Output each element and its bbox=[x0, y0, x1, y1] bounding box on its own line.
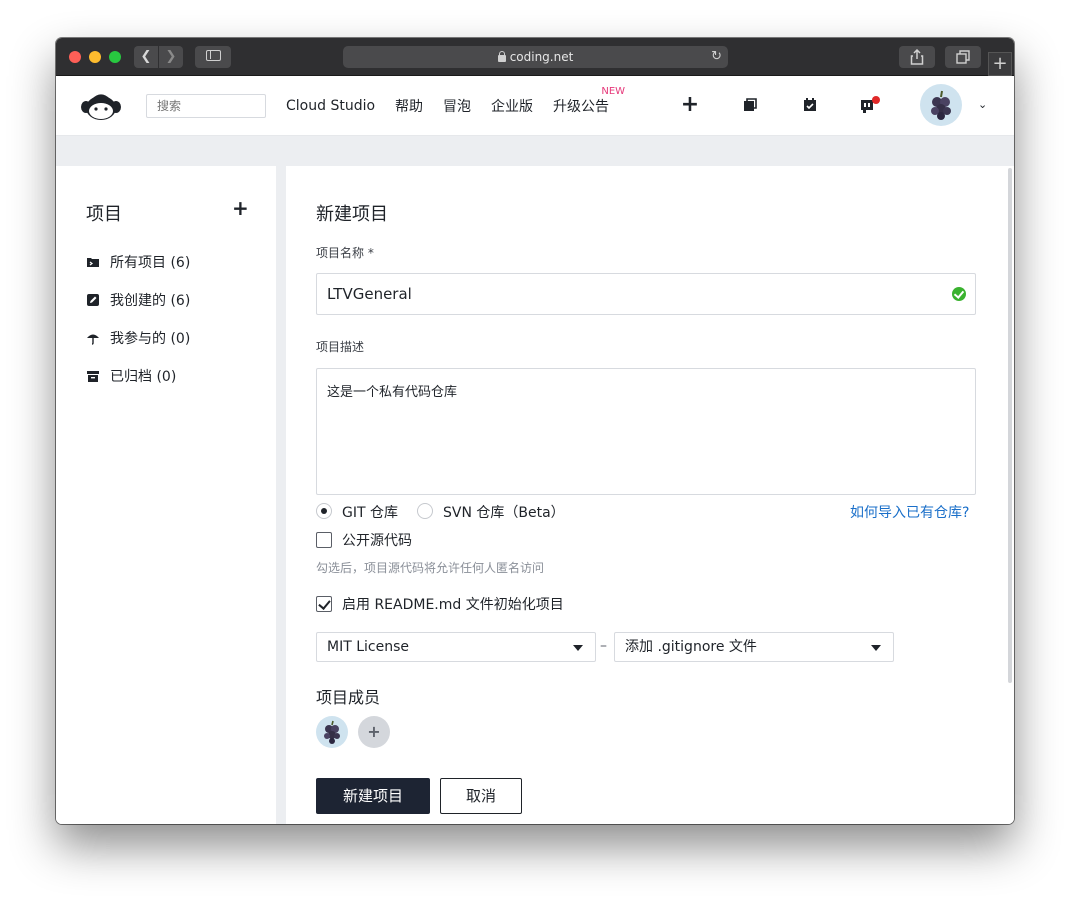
repo-svn-radio[interactable] bbox=[417, 503, 433, 519]
caret-down-icon bbox=[573, 645, 583, 651]
folder-code-icon bbox=[86, 255, 100, 269]
create-project-button[interactable]: 新建项目 bbox=[316, 778, 430, 814]
select-separator: – bbox=[600, 638, 607, 654]
project-description-value: 这是一个私有代码仓库 bbox=[327, 385, 458, 400]
import-repo-link[interactable]: 如何导入已有仓库? bbox=[850, 502, 969, 522]
top-nav: Cloud Studio 帮助 冒泡 企业版 升级公告 NEW bbox=[286, 76, 629, 136]
page-title: 新建项目 bbox=[316, 204, 388, 225]
public-source-hint: 勾选后，项目源代码将允许任何人匿名访问 bbox=[316, 561, 545, 575]
site-header: Cloud Studio 帮助 冒泡 企业版 升级公告 NEW + ⌄ bbox=[56, 76, 1014, 136]
coding-logo[interactable] bbox=[79, 90, 123, 126]
calendar-check-icon[interactable] bbox=[799, 94, 821, 116]
browser-toolbar: ❮ ❯ coding.net ↻ + bbox=[56, 38, 1014, 76]
edit-icon bbox=[86, 293, 100, 307]
project-name-input[interactable]: LTVGeneral bbox=[316, 273, 976, 315]
sidebar-item-joined[interactable]: 我参与的 (0) bbox=[86, 328, 190, 348]
caret-down-icon bbox=[871, 645, 881, 651]
project-name-label: 项目名称 * bbox=[316, 246, 374, 260]
sidebar-item-label: 所有项目 (6) bbox=[110, 255, 191, 271]
public-source-label[interactable]: 公开源代码 bbox=[342, 530, 412, 550]
notification-icon[interactable] bbox=[859, 94, 881, 116]
add-project-button[interactable]: + bbox=[232, 196, 249, 220]
avatar[interactable] bbox=[920, 84, 962, 126]
members-label: 项目成员 bbox=[316, 688, 381, 707]
new-badge: NEW bbox=[601, 86, 626, 97]
sidebar-item-label: 我创建的 (6) bbox=[110, 293, 191, 309]
search-input[interactable] bbox=[146, 94, 266, 118]
plus-icon[interactable]: + bbox=[679, 94, 701, 116]
check-circle-icon bbox=[952, 287, 966, 301]
browser-window: ❮ ❯ coding.net ↻ + 搜索 Cloud Studio 帮助 冒泡… bbox=[56, 38, 1014, 824]
archive-icon bbox=[86, 369, 100, 383]
nav-enterprise[interactable]: 企业版 bbox=[491, 96, 533, 116]
sidebar-item-archived[interactable]: 已归档 (0) bbox=[86, 366, 176, 386]
project-name-value: LTVGeneral bbox=[327, 285, 412, 303]
sidebar-item-created[interactable]: 我创建的 (6) bbox=[86, 290, 190, 310]
license-select[interactable]: MIT License bbox=[316, 632, 596, 662]
close-window-icon[interactable] bbox=[69, 51, 81, 63]
repo-svn-label[interactable]: SVN 仓库（Beta） bbox=[443, 502, 565, 522]
gitignore-select[interactable]: 添加 .gitignore 文件 bbox=[614, 632, 894, 662]
readme-label[interactable]: 启用 README.md 文件初始化项目 bbox=[342, 594, 564, 614]
address-bar[interactable]: coding.net ↻ bbox=[343, 46, 728, 68]
project-description-label: 项目描述 bbox=[316, 340, 365, 354]
project-description-input[interactable]: 这是一个私有代码仓库 bbox=[316, 368, 976, 495]
nav-announcement[interactable]: 升级公告 NEW bbox=[553, 86, 625, 116]
lock-icon bbox=[497, 51, 506, 62]
nav-help[interactable]: 帮助 bbox=[395, 96, 423, 116]
sidebar-item-all-projects[interactable]: 所有项目 (6) bbox=[86, 252, 190, 272]
umbrella-icon bbox=[86, 331, 100, 345]
gitignore-select-value: 添加 .gitignore 文件 bbox=[625, 639, 757, 655]
repo-git-label[interactable]: GIT 仓库 bbox=[342, 502, 398, 522]
license-select-value: MIT License bbox=[327, 639, 409, 655]
zoom-window-icon[interactable] bbox=[109, 51, 121, 63]
member-avatar[interactable] bbox=[316, 716, 348, 748]
share-icon[interactable] bbox=[899, 46, 935, 68]
public-source-checkbox[interactable] bbox=[316, 532, 332, 548]
new-tab-icon[interactable]: + bbox=[988, 52, 1012, 76]
minimize-window-icon[interactable] bbox=[89, 51, 101, 63]
cancel-button[interactable]: 取消 bbox=[440, 778, 522, 814]
scrollbar-thumb[interactable] bbox=[1008, 168, 1012, 683]
add-member-button[interactable]: + bbox=[358, 716, 390, 748]
sidebar-item-label: 已归档 (0) bbox=[110, 369, 177, 385]
copy-icon[interactable] bbox=[739, 94, 761, 116]
sidebar-icon[interactable] bbox=[195, 46, 231, 68]
forward-icon[interactable]: ❯ bbox=[159, 46, 183, 68]
reload-icon[interactable]: ↻ bbox=[711, 46, 722, 68]
repo-git-radio[interactable] bbox=[316, 503, 332, 519]
readme-checkbox[interactable] bbox=[316, 596, 332, 612]
chevron-down-icon[interactable]: ⌄ bbox=[978, 98, 987, 111]
project-sidebar: 项目 + 所有项目 (6) 我创建的 (6) 我参与的 (0) 已归档 (0) bbox=[56, 166, 276, 824]
nav-announcement-label: 升级公告 bbox=[553, 99, 610, 115]
header-spacer bbox=[56, 136, 1014, 166]
sidebar-title: 项目 bbox=[86, 204, 122, 225]
sidebar-item-label: 我参与的 (0) bbox=[110, 331, 191, 347]
url-text: coding.net bbox=[509, 50, 574, 64]
nav-bubble[interactable]: 冒泡 bbox=[443, 96, 471, 116]
new-project-form: 新建项目 项目名称 * LTVGeneral 项目描述 这是一个私有代码仓库 G… bbox=[286, 166, 1006, 824]
tabs-icon[interactable] bbox=[945, 46, 981, 68]
nav-cloud-studio[interactable]: Cloud Studio bbox=[286, 98, 375, 114]
back-icon[interactable]: ❮ bbox=[134, 46, 158, 68]
